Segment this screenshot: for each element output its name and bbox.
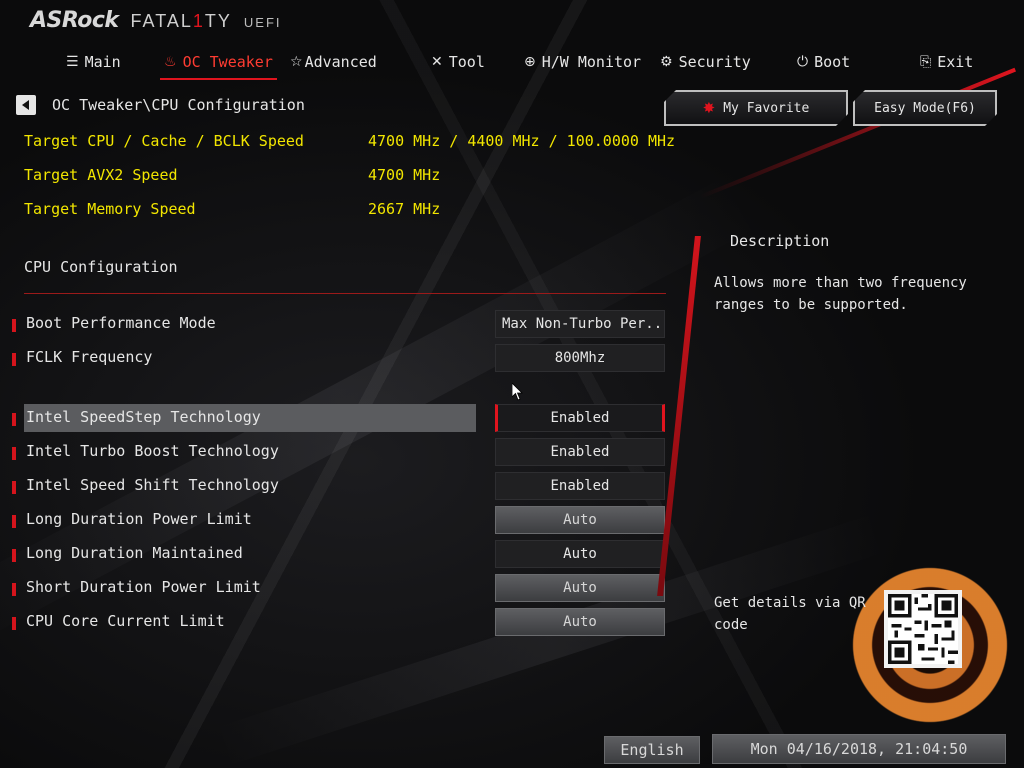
row-marker bbox=[12, 413, 16, 426]
flame-icon: ♨ bbox=[164, 54, 177, 70]
target-cpu-value: 4700 MHz / 4400 MHz / 100.0000 MHz bbox=[368, 132, 676, 150]
setting-cpu-core-current-limit[interactable]: CPU Core Current Limit Auto bbox=[0, 608, 670, 636]
uefi-label: UEFI bbox=[243, 15, 282, 30]
red-accent-slash bbox=[699, 67, 1016, 199]
row-marker bbox=[12, 583, 16, 596]
section-divider bbox=[24, 293, 666, 294]
setting-value[interactable]: Auto bbox=[495, 608, 665, 636]
crosshair-icon: ⊕ bbox=[524, 54, 536, 70]
easy-mode-button[interactable]: Easy Mode(F6) bbox=[853, 90, 997, 126]
setting-value[interactable]: Auto bbox=[495, 506, 665, 534]
star-icon: ☆ bbox=[290, 54, 303, 70]
tab-advanced[interactable]: ☆ Advanced bbox=[290, 50, 377, 74]
tab-hw-monitor[interactable]: ⊕ H/W Monitor bbox=[524, 50, 641, 74]
tab-security[interactable]: ⚙ Security bbox=[660, 50, 751, 74]
datetime-display: Mon 04/16/2018, 21:04:50 bbox=[712, 734, 1006, 764]
target-memory-value: 2667 MHz bbox=[368, 200, 441, 218]
fatal1ty-logo: FATAL1TY bbox=[130, 11, 232, 31]
tab-oc-tweaker[interactable]: ♨ OC Tweaker bbox=[160, 50, 277, 80]
setting-intel-speed-shift[interactable]: Intel Speed Shift Technology Enabled bbox=[0, 472, 670, 500]
main-tabs: ☰ Main ♨ OC Tweaker ☆ Advanced ✕ Tool ⊕ … bbox=[0, 50, 1024, 80]
target-memory-label: Target Memory Speed bbox=[24, 200, 196, 218]
setting-long-duration-power-limit[interactable]: Long Duration Power Limit Auto bbox=[0, 506, 670, 534]
row-marker bbox=[12, 481, 16, 494]
row-marker bbox=[12, 515, 16, 528]
setting-short-duration-power-limit[interactable]: Short Duration Power Limit Auto bbox=[0, 574, 670, 602]
row-marker bbox=[12, 617, 16, 630]
power-icon: ⏻ bbox=[797, 54, 809, 70]
setting-fclk-frequency[interactable]: FCLK Frequency 800Mhz bbox=[0, 344, 670, 372]
setting-boot-performance-mode[interactable]: Boot Performance Mode Max Non-Turbo Per.… bbox=[0, 310, 670, 338]
tab-main[interactable]: ☰ Main bbox=[66, 50, 121, 74]
setting-value[interactable]: Auto bbox=[495, 574, 665, 602]
row-marker bbox=[12, 549, 16, 562]
setting-intel-speedstep[interactable]: Intel SpeedStep Technology Enabled bbox=[0, 404, 670, 432]
row-marker bbox=[12, 353, 16, 366]
row-marker bbox=[12, 447, 16, 460]
description-text: Allows more than two frequency ranges to… bbox=[714, 275, 967, 313]
row-marker bbox=[12, 319, 16, 332]
list-icon: ☰ bbox=[66, 54, 79, 70]
target-avx2-label: Target AVX2 Speed bbox=[24, 166, 178, 184]
qr-caption: Get details via QR code bbox=[714, 595, 866, 633]
breadcrumb: OC Tweaker\CPU Configuration bbox=[52, 96, 305, 114]
description-title: Description bbox=[730, 232, 830, 250]
target-cpu-label: Target CPU / Cache / BCLK Speed bbox=[24, 132, 304, 150]
setting-value[interactable]: Max Non-Turbo Per... bbox=[495, 310, 665, 338]
tab-tool[interactable]: ✕ Tool bbox=[431, 50, 485, 74]
brand-logo: ASRock FATAL1TY UEFI bbox=[30, 8, 282, 38]
qr-code bbox=[884, 590, 962, 668]
section-title: CPU Configuration bbox=[24, 258, 178, 276]
tools-icon: ✕ bbox=[431, 54, 443, 70]
exit-icon: ⎘ bbox=[920, 54, 932, 70]
my-favorite-button[interactable]: ✸ My Favorite bbox=[664, 90, 848, 126]
setting-value[interactable]: 800Mhz bbox=[495, 344, 665, 372]
setting-value[interactable]: Enabled bbox=[495, 472, 665, 500]
language-selector[interactable]: English bbox=[604, 736, 700, 764]
target-avx2-value: 4700 MHz bbox=[368, 166, 441, 184]
favorite-star-icon: ✸ bbox=[702, 99, 716, 117]
asrock-logo: ASRock bbox=[30, 8, 119, 33]
setting-intel-turbo-boost[interactable]: Intel Turbo Boost Technology Enabled bbox=[0, 438, 670, 466]
tab-boot[interactable]: ⏻ Boot bbox=[797, 50, 850, 74]
back-button[interactable] bbox=[16, 95, 36, 115]
setting-value[interactable]: Enabled bbox=[495, 404, 665, 432]
shield-gear-icon: ⚙ bbox=[660, 54, 673, 70]
setting-value[interactable]: Auto bbox=[495, 540, 665, 568]
setting-long-duration-maintained[interactable]: Long Duration Maintained Auto bbox=[0, 540, 670, 568]
setting-value[interactable]: Enabled bbox=[495, 438, 665, 466]
tab-exit[interactable]: ⎘ Exit bbox=[920, 50, 973, 74]
